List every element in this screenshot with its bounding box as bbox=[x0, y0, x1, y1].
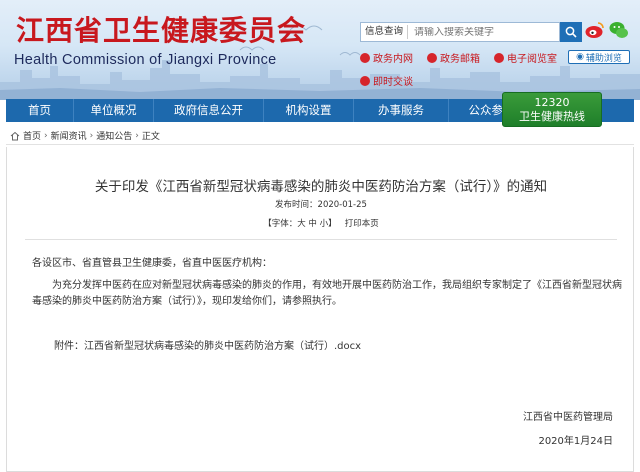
nav-item-organization[interactable]: 机构设置 bbox=[264, 99, 354, 122]
article-paragraph: 为充分发挥中医药在应对新型冠状病毒感染的肺炎的作用，有效地开展中医药防治工作，我… bbox=[32, 280, 622, 307]
article-panel: 关于印发《江西省新型冠状病毒感染的肺炎中医药防治方案（试行）》的通知 发布时间：… bbox=[6, 147, 634, 472]
divider bbox=[25, 239, 617, 240]
screen-icon bbox=[494, 52, 504, 63]
article-meta: 发布时间：2020-01-25 bbox=[7, 198, 635, 210]
link-intranet[interactable]: 政务内网 bbox=[360, 50, 413, 65]
hotline-number: 12320 bbox=[534, 96, 570, 109]
link-intranet-label: 政务内网 bbox=[373, 54, 413, 65]
link-mailbox-label: 政务邮箱 bbox=[440, 54, 480, 65]
link-mailbox[interactable]: 政务邮箱 bbox=[427, 50, 480, 65]
signature-date: 2020年1月24日 bbox=[538, 436, 613, 447]
breadcrumb-notices[interactable]: 通知公告 bbox=[96, 129, 132, 142]
nav-item-home[interactable]: 首页 bbox=[6, 99, 74, 122]
font-size-controls[interactable]: 【字体：大 中 小】 bbox=[263, 219, 336, 229]
search-button[interactable] bbox=[560, 22, 582, 42]
attachment-link[interactable]: 附件：江西省新型冠状病毒感染的肺炎中医药防治方案（试行）.docx bbox=[54, 339, 361, 355]
home-icon bbox=[10, 131, 20, 140]
article-tools: 【字体：大 中 小】 打印本页 bbox=[7, 217, 635, 229]
breadcrumb-home[interactable]: 首页 bbox=[23, 129, 41, 142]
article-title: 关于印发《江西省新型冠状病毒感染的肺炎中医药防治方案（试行）》的通知 bbox=[94, 179, 548, 195]
publish-label: 发布时间： bbox=[275, 200, 318, 210]
breadcrumb: 首页 › 新闻资讯 › 通知公告 › 正文 bbox=[6, 127, 634, 145]
breadcrumb-current: 正文 bbox=[141, 132, 160, 142]
breadcrumb-separator: › bbox=[135, 130, 139, 141]
publish-date: 2020-01-25 bbox=[317, 200, 367, 210]
site-title-cn: 江西省卫生健康委员会 bbox=[16, 14, 307, 47]
weibo-icon[interactable] bbox=[584, 19, 606, 41]
site-title-en: Health Commission of Jiangxi Province bbox=[14, 52, 277, 68]
search-category-label: 信息查询 bbox=[365, 26, 404, 37]
breadcrumb-separator: › bbox=[44, 130, 48, 141]
wechat-icon[interactable] bbox=[608, 19, 630, 41]
link-reading-room[interactable]: 电子阅览室 bbox=[494, 50, 557, 65]
search-input[interactable] bbox=[408, 26, 519, 38]
signature-org: 江西省中医药管理局 bbox=[523, 412, 613, 423]
nav-item-services[interactable]: 办事服务 bbox=[354, 99, 449, 122]
accessibility-label: 辅助浏览 bbox=[585, 53, 622, 64]
search-box: 信息查询 bbox=[360, 22, 560, 42]
nav-item-overview[interactable]: 单位概况 bbox=[74, 99, 154, 122]
quick-links: 政务内网 政务邮箱 电子阅览室 bbox=[360, 50, 557, 65]
link-live-chat-label: 即时交谈 bbox=[373, 77, 413, 88]
nav-item-info-disclosure[interactable]: 政府信息公开 bbox=[154, 99, 264, 122]
breadcrumb-separator: › bbox=[89, 130, 94, 141]
print-link[interactable]: 打印本页 bbox=[345, 219, 379, 229]
chat-icon bbox=[360, 75, 370, 86]
globe-icon bbox=[360, 52, 370, 63]
breadcrumb-news[interactable]: 新闻资讯 bbox=[51, 129, 87, 142]
search-category-select[interactable]: 信息查询 bbox=[361, 25, 409, 39]
mail-icon bbox=[427, 52, 437, 63]
hotline-badge[interactable]: 12320 卫生健康热线 bbox=[502, 92, 602, 127]
article-greeting: 各设区市、省直管县卫生健康委，省直中医医疗机构： bbox=[32, 258, 272, 269]
link-live-chat[interactable]: 即时交谈 bbox=[360, 73, 413, 88]
search-icon bbox=[565, 26, 577, 38]
link-reading-room-label: 电子阅览室 bbox=[507, 54, 557, 65]
accessibility-button[interactable]: ◉ 辅助浏览 bbox=[568, 50, 630, 64]
hotline-label: 卫生健康热线 bbox=[519, 110, 585, 123]
eye-icon: ◉ bbox=[576, 52, 584, 62]
